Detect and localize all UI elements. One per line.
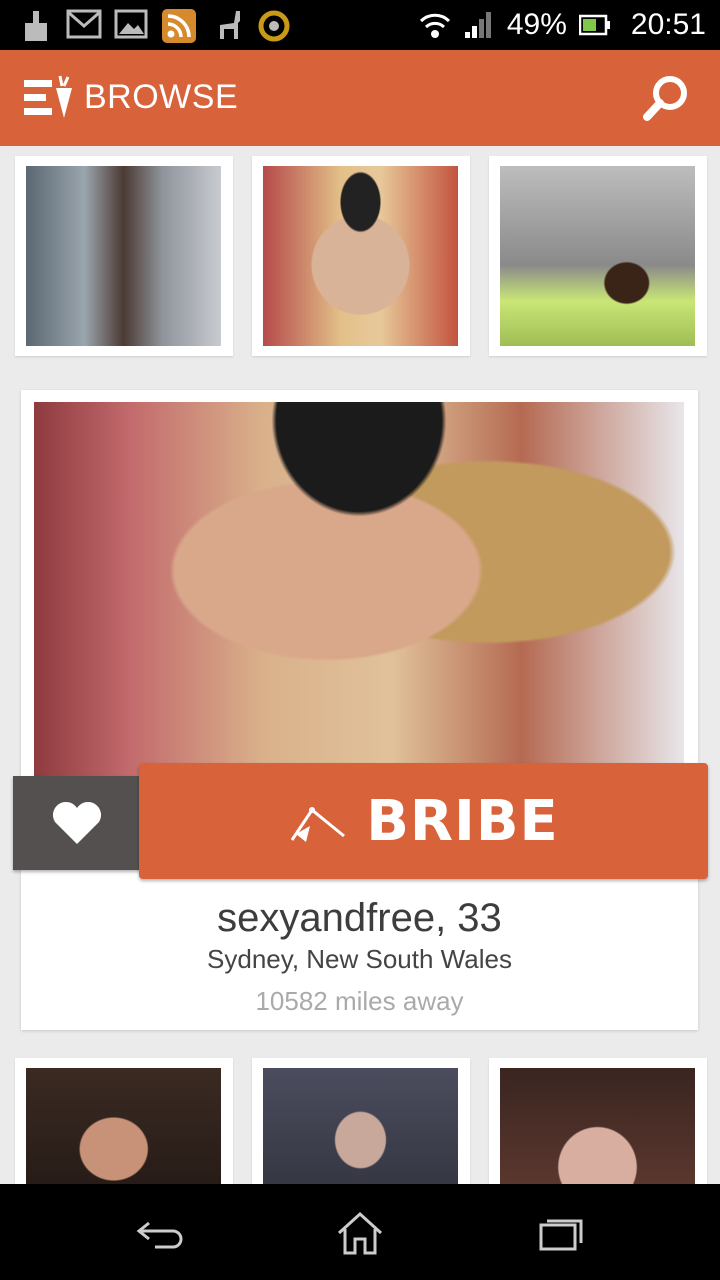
profile-thumbnail[interactable] [489,156,707,356]
favorite-button[interactable] [13,776,141,870]
battery-icon [578,14,610,36]
profile-photo [26,166,221,346]
clock: 20:51 [630,8,706,41]
recents-icon [539,1219,583,1251]
download-notification-icon [25,11,47,41]
featured-profile-card[interactable]: BRIBE sexyandfree, 33 Sydney, New South … [13,390,708,1030]
recents-button[interactable] [530,1210,590,1256]
system-nav-bar [0,1184,720,1280]
search-icon[interactable] [642,74,690,122]
profile-location: Sydney, New South Wales [207,944,512,974]
profile-distance: 10582 miles away [255,986,464,1016]
page-title: BROWSE [84,78,239,116]
heart-icon [52,801,102,844]
profile-photo [500,1068,695,1184]
back-icon [136,1221,183,1249]
gmail-icon [66,9,102,39]
profile-thumbnail[interactable] [252,156,470,356]
profile-photo [500,166,695,346]
profile-thumbnail[interactable] [15,156,233,356]
profile-thumbnail[interactable] [15,1058,233,1184]
home-icon [337,1211,383,1255]
profile-photo [26,1068,221,1184]
image-notification-icon [114,9,148,39]
rss-icon [162,9,196,43]
app-bar: BROWSE [0,50,720,146]
back-button[interactable] [130,1210,190,1256]
wifi-icon [419,13,450,38]
profile-photo [263,1068,458,1184]
bribe-button[interactable]: BRIBE [139,763,708,879]
profile-thumbnail[interactable] [489,1058,707,1184]
carrot-bribe-icon [290,807,346,842]
profile-name-age: sexyandfree, 33 [217,896,502,940]
menu-carrot-logo-icon[interactable] [24,74,76,124]
bribe-label: BRIBE [366,788,559,854]
signal-icon [464,12,491,38]
status-bar: 49% 20:51 [0,0,720,50]
featured-profile-photo[interactable] [34,402,684,777]
profile-photo [263,166,458,346]
browse-grid[interactable]: BRIBE sexyandfree, 33 Sydney, New South … [0,146,720,1184]
llama-icon [220,11,240,39]
profile-thumbnail[interactable] [252,1058,470,1184]
home-button[interactable] [330,1210,390,1256]
app-ring-icon [258,10,290,42]
battery-percent: 49% [506,8,567,41]
